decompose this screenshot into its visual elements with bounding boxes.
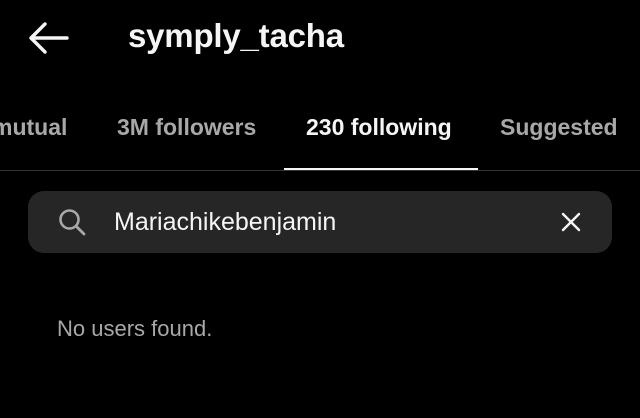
clear-search-button[interactable] [556,207,586,237]
tab-followers[interactable]: 3M followers [117,114,256,141]
arrow-left-icon [29,22,69,54]
tab-mutual[interactable]: mutual [0,114,67,141]
close-icon [561,212,581,232]
follow-tabs: mutual 3M followers 230 following Sugges… [0,96,640,172]
top-bar: symply_tacha [0,0,640,80]
search-input[interactable] [114,203,544,241]
search-bar [28,191,612,253]
empty-results-message: No users found. [57,316,213,341]
tabs-divider [0,170,640,171]
profile-username-title: symply_tacha [128,17,344,54]
tab-suggested[interactable]: Suggested [500,114,618,141]
search-icon [59,209,86,236]
back-button[interactable] [22,16,74,60]
tab-following[interactable]: 230 following [306,114,452,141]
